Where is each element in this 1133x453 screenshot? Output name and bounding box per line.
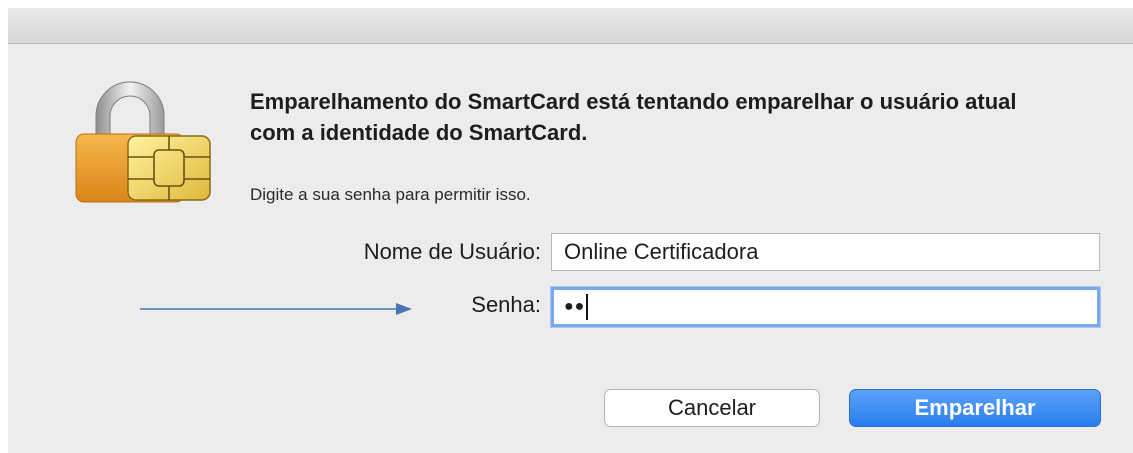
- dialog-heading: Emparelhamento do SmartCard está tentand…: [250, 89, 1017, 145]
- cancel-button[interactable]: Cancelar: [604, 389, 820, 427]
- username-field[interactable]: Online Certificadora: [551, 233, 1100, 271]
- password-field[interactable]: ●●: [551, 287, 1100, 327]
- username-label: Nome de Usuário:: [363, 239, 541, 264]
- password-label: Senha:: [471, 292, 541, 317]
- dialog-subtext: Digite a sua senha para permitir isso.: [250, 185, 531, 204]
- username-value: Online Certificadora: [564, 239, 759, 264]
- password-mask: ●●: [564, 298, 586, 316]
- screenshot: Emparelhamento do SmartCard está tentand…: [0, 0, 1133, 453]
- arrow-right-icon: [140, 303, 412, 315]
- text-caret: [586, 294, 589, 321]
- pair-button[interactable]: Emparelhar: [849, 389, 1101, 427]
- window-titlebar[interactable]: [8, 8, 1133, 44]
- smartcard-lock-icon: [75, 81, 211, 203]
